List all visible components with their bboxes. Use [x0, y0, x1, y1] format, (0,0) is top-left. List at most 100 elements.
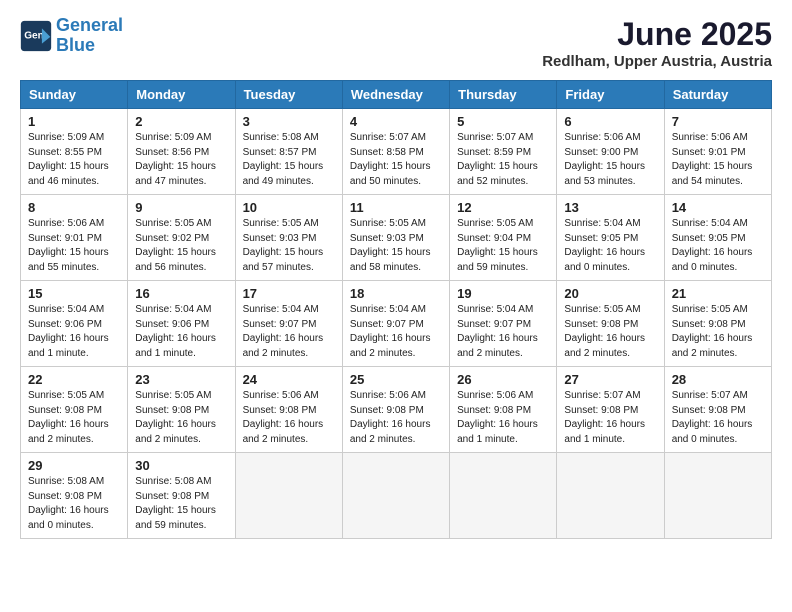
- calendar-day-17: 17 Sunrise: 5:04 AM Sunset: 9:07 PM Dayl…: [235, 281, 342, 367]
- day-info: Sunrise: 5:08 AM Sunset: 9:08 PM Dayligh…: [28, 475, 120, 533]
- calendar-day-19: 19 Sunrise: 5:04 AM Sunset: 9:07 PM Dayl…: [450, 281, 557, 367]
- calendar-day-28: 28 Sunrise: 5:07 AM Sunset: 9:08 PM Dayl…: [664, 367, 771, 453]
- calendar-week-3: 15 Sunrise: 5:04 AM Sunset: 9:06 PM Dayl…: [21, 281, 772, 367]
- location-subtitle: Redlham, Upper Austria, Austria: [542, 53, 772, 70]
- day-info: Sunrise: 5:04 AM Sunset: 9:06 PM Dayligh…: [28, 303, 120, 361]
- day-info: Sunrise: 5:04 AM Sunset: 9:06 PM Dayligh…: [135, 303, 227, 361]
- calendar-header-thursday: Thursday: [450, 81, 557, 109]
- calendar-week-2: 8 Sunrise: 5:06 AM Sunset: 9:01 PM Dayli…: [21, 195, 772, 281]
- page-header: Gen General Blue June 2025 Redlham, Uppe…: [20, 16, 772, 70]
- day-number: 8: [28, 200, 120, 215]
- day-info: Sunrise: 5:09 AM Sunset: 8:56 PM Dayligh…: [135, 131, 227, 189]
- day-number: 27: [564, 372, 656, 387]
- calendar-header-tuesday: Tuesday: [235, 81, 342, 109]
- calendar-week-5: 29 Sunrise: 5:08 AM Sunset: 9:08 PM Dayl…: [21, 453, 772, 539]
- day-info: Sunrise: 5:05 AM Sunset: 9:03 PM Dayligh…: [350, 217, 442, 275]
- day-number: 4: [350, 114, 442, 129]
- day-number: 10: [243, 200, 335, 215]
- month-title: June 2025: [542, 16, 772, 53]
- day-info: Sunrise: 5:04 AM Sunset: 9:07 PM Dayligh…: [243, 303, 335, 361]
- calendar-week-4: 22 Sunrise: 5:05 AM Sunset: 9:08 PM Dayl…: [21, 367, 772, 453]
- calendar-day-30: 30 Sunrise: 5:08 AM Sunset: 9:08 PM Dayl…: [128, 453, 235, 539]
- calendar-week-1: 1 Sunrise: 5:09 AM Sunset: 8:55 PM Dayli…: [21, 109, 772, 195]
- day-info: Sunrise: 5:05 AM Sunset: 9:03 PM Dayligh…: [243, 217, 335, 275]
- day-info: Sunrise: 5:08 AM Sunset: 9:08 PM Dayligh…: [135, 475, 227, 533]
- day-info: Sunrise: 5:09 AM Sunset: 8:55 PM Dayligh…: [28, 131, 120, 189]
- day-info: Sunrise: 5:05 AM Sunset: 9:08 PM Dayligh…: [28, 389, 120, 447]
- day-number: 11: [350, 200, 442, 215]
- logo-icon: Gen: [20, 20, 52, 52]
- day-number: 13: [564, 200, 656, 215]
- day-info: Sunrise: 5:08 AM Sunset: 8:57 PM Dayligh…: [243, 131, 335, 189]
- day-info: Sunrise: 5:04 AM Sunset: 9:07 PM Dayligh…: [457, 303, 549, 361]
- day-info: Sunrise: 5:06 AM Sunset: 9:01 PM Dayligh…: [672, 131, 764, 189]
- calendar-empty-cell: [342, 453, 449, 539]
- day-number: 6: [564, 114, 656, 129]
- calendar-day-7: 7 Sunrise: 5:06 AM Sunset: 9:01 PM Dayli…: [664, 109, 771, 195]
- day-number: 24: [243, 372, 335, 387]
- calendar-header-friday: Friday: [557, 81, 664, 109]
- calendar-day-22: 22 Sunrise: 5:05 AM Sunset: 9:08 PM Dayl…: [21, 367, 128, 453]
- logo: Gen General Blue: [20, 16, 123, 56]
- calendar-header-sunday: Sunday: [21, 81, 128, 109]
- calendar-day-21: 21 Sunrise: 5:05 AM Sunset: 9:08 PM Dayl…: [664, 281, 771, 367]
- day-info: Sunrise: 5:04 AM Sunset: 9:05 PM Dayligh…: [672, 217, 764, 275]
- day-number: 15: [28, 286, 120, 301]
- calendar-day-13: 13 Sunrise: 5:04 AM Sunset: 9:05 PM Dayl…: [557, 195, 664, 281]
- calendar-day-27: 27 Sunrise: 5:07 AM Sunset: 9:08 PM Dayl…: [557, 367, 664, 453]
- calendar-day-26: 26 Sunrise: 5:06 AM Sunset: 9:08 PM Dayl…: [450, 367, 557, 453]
- calendar-table: SundayMondayTuesdayWednesdayThursdayFrid…: [20, 80, 772, 539]
- calendar-day-12: 12 Sunrise: 5:05 AM Sunset: 9:04 PM Dayl…: [450, 195, 557, 281]
- day-number: 21: [672, 286, 764, 301]
- calendar-empty-cell: [664, 453, 771, 539]
- day-number: 17: [243, 286, 335, 301]
- calendar-day-6: 6 Sunrise: 5:06 AM Sunset: 9:00 PM Dayli…: [557, 109, 664, 195]
- calendar-empty-cell: [557, 453, 664, 539]
- calendar-day-18: 18 Sunrise: 5:04 AM Sunset: 9:07 PM Dayl…: [342, 281, 449, 367]
- day-number: 1: [28, 114, 120, 129]
- day-info: Sunrise: 5:06 AM Sunset: 9:01 PM Dayligh…: [28, 217, 120, 275]
- day-info: Sunrise: 5:06 AM Sunset: 9:08 PM Dayligh…: [350, 389, 442, 447]
- calendar-day-14: 14 Sunrise: 5:04 AM Sunset: 9:05 PM Dayl…: [664, 195, 771, 281]
- day-number: 20: [564, 286, 656, 301]
- calendar-day-20: 20 Sunrise: 5:05 AM Sunset: 9:08 PM Dayl…: [557, 281, 664, 367]
- calendar-header-monday: Monday: [128, 81, 235, 109]
- day-number: 16: [135, 286, 227, 301]
- svg-text:Gen: Gen: [24, 30, 44, 41]
- calendar-header-saturday: Saturday: [664, 81, 771, 109]
- day-info: Sunrise: 5:06 AM Sunset: 9:08 PM Dayligh…: [243, 389, 335, 447]
- calendar-day-16: 16 Sunrise: 5:04 AM Sunset: 9:06 PM Dayl…: [128, 281, 235, 367]
- day-number: 3: [243, 114, 335, 129]
- calendar-day-5: 5 Sunrise: 5:07 AM Sunset: 8:59 PM Dayli…: [450, 109, 557, 195]
- day-info: Sunrise: 5:06 AM Sunset: 9:00 PM Dayligh…: [564, 131, 656, 189]
- calendar-day-25: 25 Sunrise: 5:06 AM Sunset: 9:08 PM Dayl…: [342, 367, 449, 453]
- title-block: June 2025 Redlham, Upper Austria, Austri…: [542, 16, 772, 70]
- day-info: Sunrise: 5:06 AM Sunset: 9:08 PM Dayligh…: [457, 389, 549, 447]
- calendar-header-wednesday: Wednesday: [342, 81, 449, 109]
- day-info: Sunrise: 5:05 AM Sunset: 9:04 PM Dayligh…: [457, 217, 549, 275]
- calendar-day-3: 3 Sunrise: 5:08 AM Sunset: 8:57 PM Dayli…: [235, 109, 342, 195]
- calendar-empty-cell: [450, 453, 557, 539]
- day-number: 22: [28, 372, 120, 387]
- day-info: Sunrise: 5:04 AM Sunset: 9:05 PM Dayligh…: [564, 217, 656, 275]
- day-number: 23: [135, 372, 227, 387]
- calendar-day-29: 29 Sunrise: 5:08 AM Sunset: 9:08 PM Dayl…: [21, 453, 128, 539]
- day-info: Sunrise: 5:07 AM Sunset: 8:58 PM Dayligh…: [350, 131, 442, 189]
- day-info: Sunrise: 5:05 AM Sunset: 9:02 PM Dayligh…: [135, 217, 227, 275]
- day-number: 7: [672, 114, 764, 129]
- day-info: Sunrise: 5:05 AM Sunset: 9:08 PM Dayligh…: [564, 303, 656, 361]
- day-info: Sunrise: 5:07 AM Sunset: 9:08 PM Dayligh…: [564, 389, 656, 447]
- day-info: Sunrise: 5:05 AM Sunset: 9:08 PM Dayligh…: [135, 389, 227, 447]
- day-number: 25: [350, 372, 442, 387]
- logo-text-line2: Blue: [56, 36, 123, 56]
- day-info: Sunrise: 5:07 AM Sunset: 9:08 PM Dayligh…: [672, 389, 764, 447]
- day-number: 18: [350, 286, 442, 301]
- day-info: Sunrise: 5:05 AM Sunset: 9:08 PM Dayligh…: [672, 303, 764, 361]
- day-number: 12: [457, 200, 549, 215]
- calendar-day-23: 23 Sunrise: 5:05 AM Sunset: 9:08 PM Dayl…: [128, 367, 235, 453]
- day-info: Sunrise: 5:04 AM Sunset: 9:07 PM Dayligh…: [350, 303, 442, 361]
- day-number: 2: [135, 114, 227, 129]
- calendar-day-24: 24 Sunrise: 5:06 AM Sunset: 9:08 PM Dayl…: [235, 367, 342, 453]
- calendar-day-1: 1 Sunrise: 5:09 AM Sunset: 8:55 PM Dayli…: [21, 109, 128, 195]
- calendar-header-row: SundayMondayTuesdayWednesdayThursdayFrid…: [21, 81, 772, 109]
